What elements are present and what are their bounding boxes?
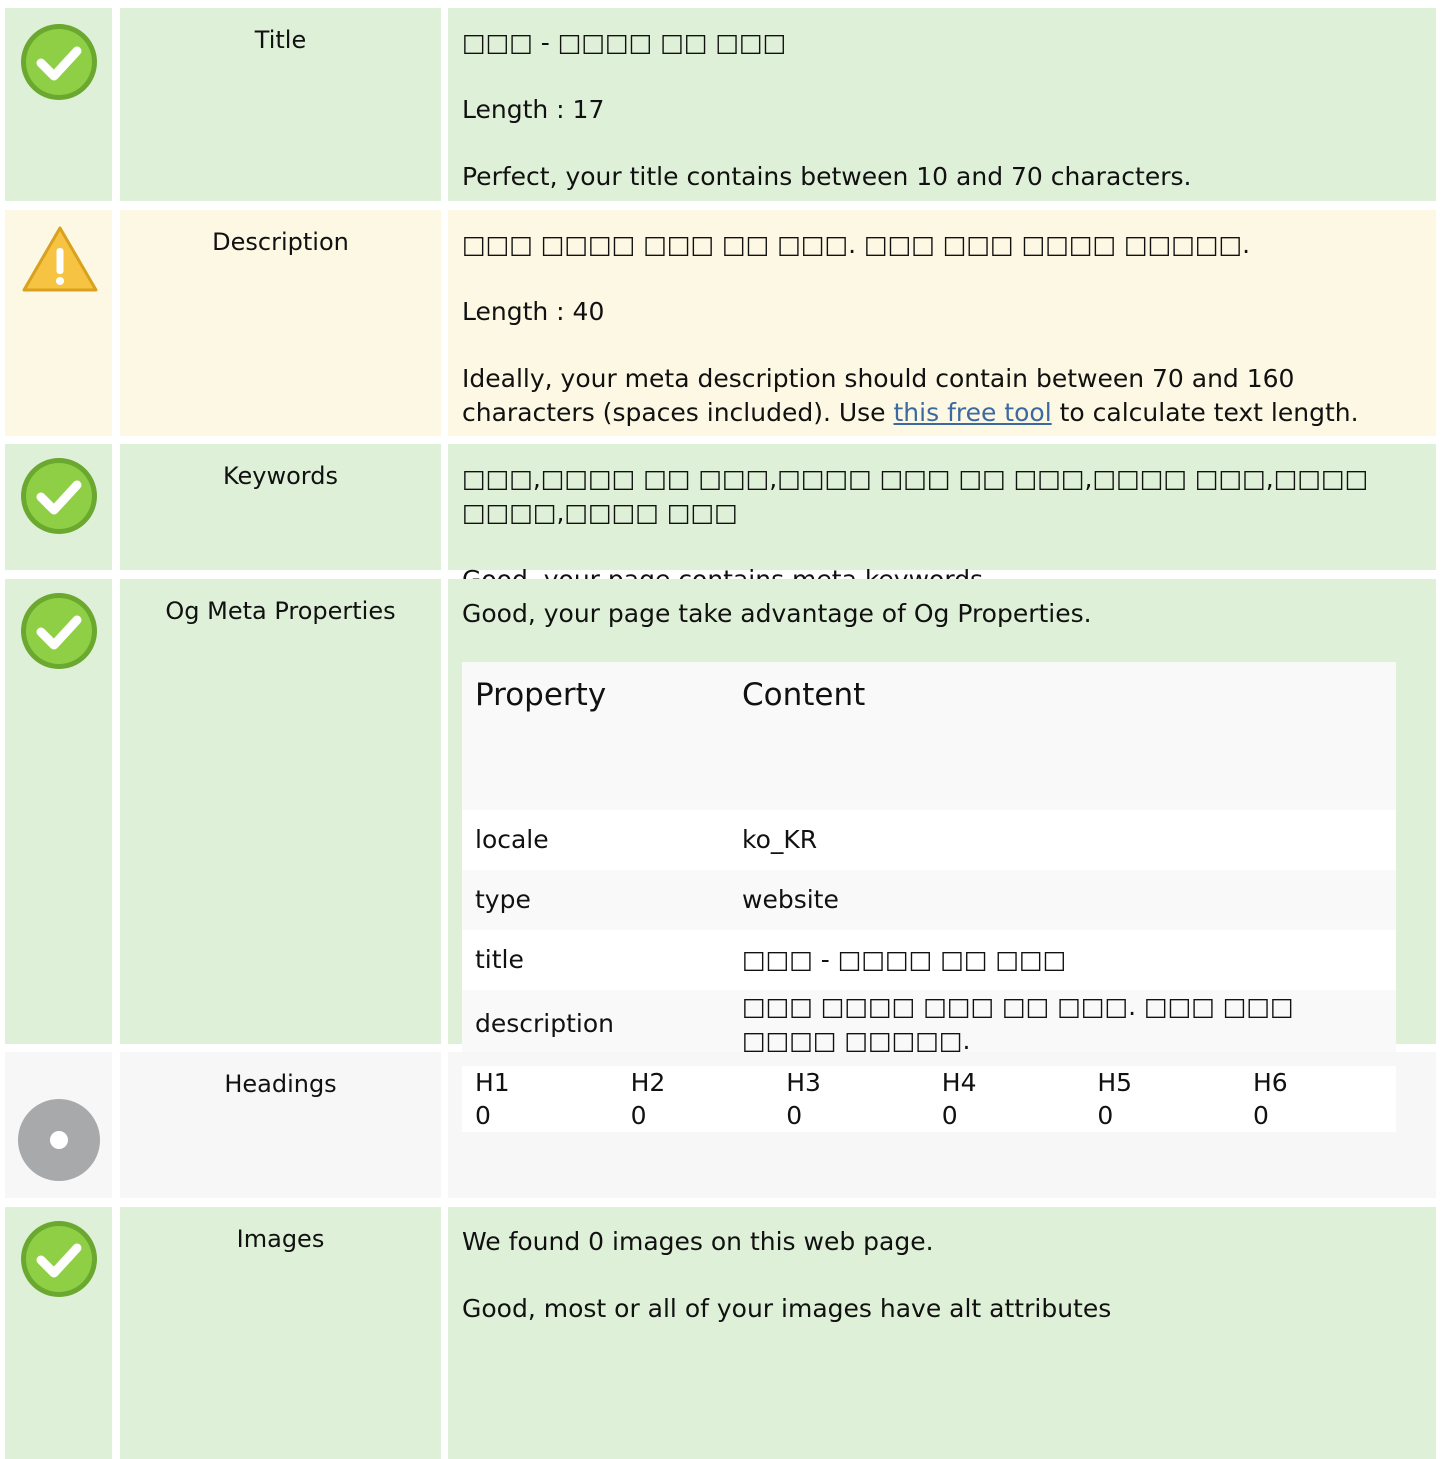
og-property-cell: title xyxy=(462,930,729,990)
heading-tag: H5 xyxy=(1097,1068,1133,1097)
description-value: □□□ □□□□ □□□ □□ □□□. □□□ □□□ □□□□ □□□□□. xyxy=(462,230,1251,259)
og-content-cell: website xyxy=(729,870,1396,930)
check-circle-icon xyxy=(21,593,97,669)
heading-h5: H5 0 xyxy=(1084,1066,1240,1132)
title-label: Title xyxy=(120,8,441,201)
title-value: □□□ - □□□□ □□ □□□ xyxy=(462,28,787,57)
og-header-content: Content xyxy=(729,662,1396,810)
warning-triangle-icon xyxy=(22,226,98,292)
heading-count: 0 xyxy=(1097,1101,1114,1130)
keywords-value: □□□,□□□□ □□ □□□,□□□□ □□□ □□ □□□,□□□□ □□□… xyxy=(462,464,1369,527)
title-message: Perfect, your title contains between 10 … xyxy=(462,162,1192,191)
og-content-cell: □□□ □□□□ □□□ □□ □□□. □□□ □□□ □□□□ □□□□□. xyxy=(729,990,1396,1058)
og-row: Og Meta Properties Good, your page take … xyxy=(0,579,1445,1058)
headings-label: Headings xyxy=(120,1052,441,1198)
heading-h1: H1 0 xyxy=(462,1066,618,1132)
images-found: We found 0 images on this web page. xyxy=(462,1227,934,1256)
table-row: type website xyxy=(462,870,1396,930)
og-property-cell: locale xyxy=(462,810,729,870)
headings-body: H1 0 H2 0 H3 0 H4 0 H5 0 H6 0 xyxy=(448,1052,1436,1198)
description-label: Description xyxy=(120,210,441,436)
keywords-label: Keywords xyxy=(120,444,441,570)
og-status-cell xyxy=(5,579,112,1044)
table-row: locale ko_KR xyxy=(462,810,1396,870)
heading-count: 0 xyxy=(630,1101,647,1130)
og-body: Good, your page take advantage of Og Pro… xyxy=(448,579,1436,1058)
description-length: Length : 40 xyxy=(462,297,605,326)
heading-h3: H3 0 xyxy=(773,1066,929,1132)
og-message: Good, your page take advantage of Og Pro… xyxy=(462,599,1092,628)
description-status-cell xyxy=(5,210,112,436)
check-circle-icon xyxy=(21,24,97,100)
heading-h4: H4 0 xyxy=(929,1066,1085,1132)
title-length: Length : 17 xyxy=(462,95,605,124)
heading-tag: H2 xyxy=(630,1068,666,1097)
table-row: title □□□ - □□□□ □□ □□□ xyxy=(462,930,1396,990)
keywords-body: □□□,□□□□ □□ □□□,□□□□ □□□ □□ □□□,□□□□ □□□… xyxy=(448,444,1436,594)
description-row: Description □□□ □□□□ □□□ □□ □□□. □□□ □□□… xyxy=(0,210,1445,436)
images-label: Images xyxy=(120,1207,441,1459)
title-status-cell xyxy=(5,8,112,201)
title-body: □□□ - □□□□ □□ □□□ Length : 17 Perfect, y… xyxy=(448,8,1436,201)
headings-status-cell xyxy=(5,1052,112,1198)
heading-tag: H6 xyxy=(1252,1068,1288,1097)
table-row: description □□□ □□□□ □□□ □□ □□□. □□□ □□□… xyxy=(462,990,1396,1058)
headings-table: H1 0 H2 0 H3 0 H4 0 H5 0 H6 0 xyxy=(462,1066,1396,1132)
keywords-status-cell xyxy=(5,444,112,570)
og-property-cell: description xyxy=(462,990,729,1058)
heading-tag: H4 xyxy=(941,1068,977,1097)
images-status-cell xyxy=(5,1207,112,1459)
images-row: Images We found 0 images on this web pag… xyxy=(0,1207,1445,1459)
images-message: Good, most or all of your images have al… xyxy=(462,1294,1112,1323)
og-content-cell: ko_KR xyxy=(729,810,1396,870)
free-tool-link[interactable]: this free tool xyxy=(894,398,1052,427)
heading-h2: H2 0 xyxy=(618,1066,774,1132)
dot-circle-icon xyxy=(18,1099,100,1181)
heading-count: 0 xyxy=(786,1101,803,1130)
heading-count: 0 xyxy=(475,1101,491,1130)
heading-count: 0 xyxy=(1252,1101,1269,1130)
heading-h6: H6 0 xyxy=(1240,1066,1396,1132)
keywords-row: Keywords □□□,□□□□ □□ □□□,□□□□ □□□ □□ □□□… xyxy=(0,444,1445,594)
heading-tag: H1 xyxy=(475,1068,510,1097)
check-circle-icon xyxy=(21,1221,97,1297)
og-label: Og Meta Properties xyxy=(120,579,441,1044)
title-row: Title □□□ - □□□□ □□ □□□ Length : 17 Perf… xyxy=(0,8,1445,201)
images-body: We found 0 images on this web page. Good… xyxy=(448,1207,1436,1459)
description-message: Ideally, your meta description should co… xyxy=(462,362,1422,430)
check-circle-icon xyxy=(21,458,97,534)
heading-tag: H3 xyxy=(786,1068,821,1097)
og-header-property: Property xyxy=(462,662,729,810)
description-message-post: to calculate text length. xyxy=(1051,398,1359,427)
og-properties-table: Property Content locale ko_KR type websi… xyxy=(462,662,1396,1058)
seo-report: Title □□□ - □□□□ □□ □□□ Length : 17 Perf… xyxy=(0,0,1445,1459)
og-property-cell: type xyxy=(462,870,729,930)
headings-row: Headings H1 0 H2 0 H3 0 H4 0 H5 0 H6 0 xyxy=(0,1052,1445,1198)
og-content-cell: □□□ - □□□□ □□ □□□ xyxy=(729,930,1396,990)
description-body: □□□ □□□□ □□□ □□ □□□. □□□ □□□ □□□□ □□□□□.… xyxy=(448,210,1436,436)
heading-count: 0 xyxy=(941,1101,958,1130)
